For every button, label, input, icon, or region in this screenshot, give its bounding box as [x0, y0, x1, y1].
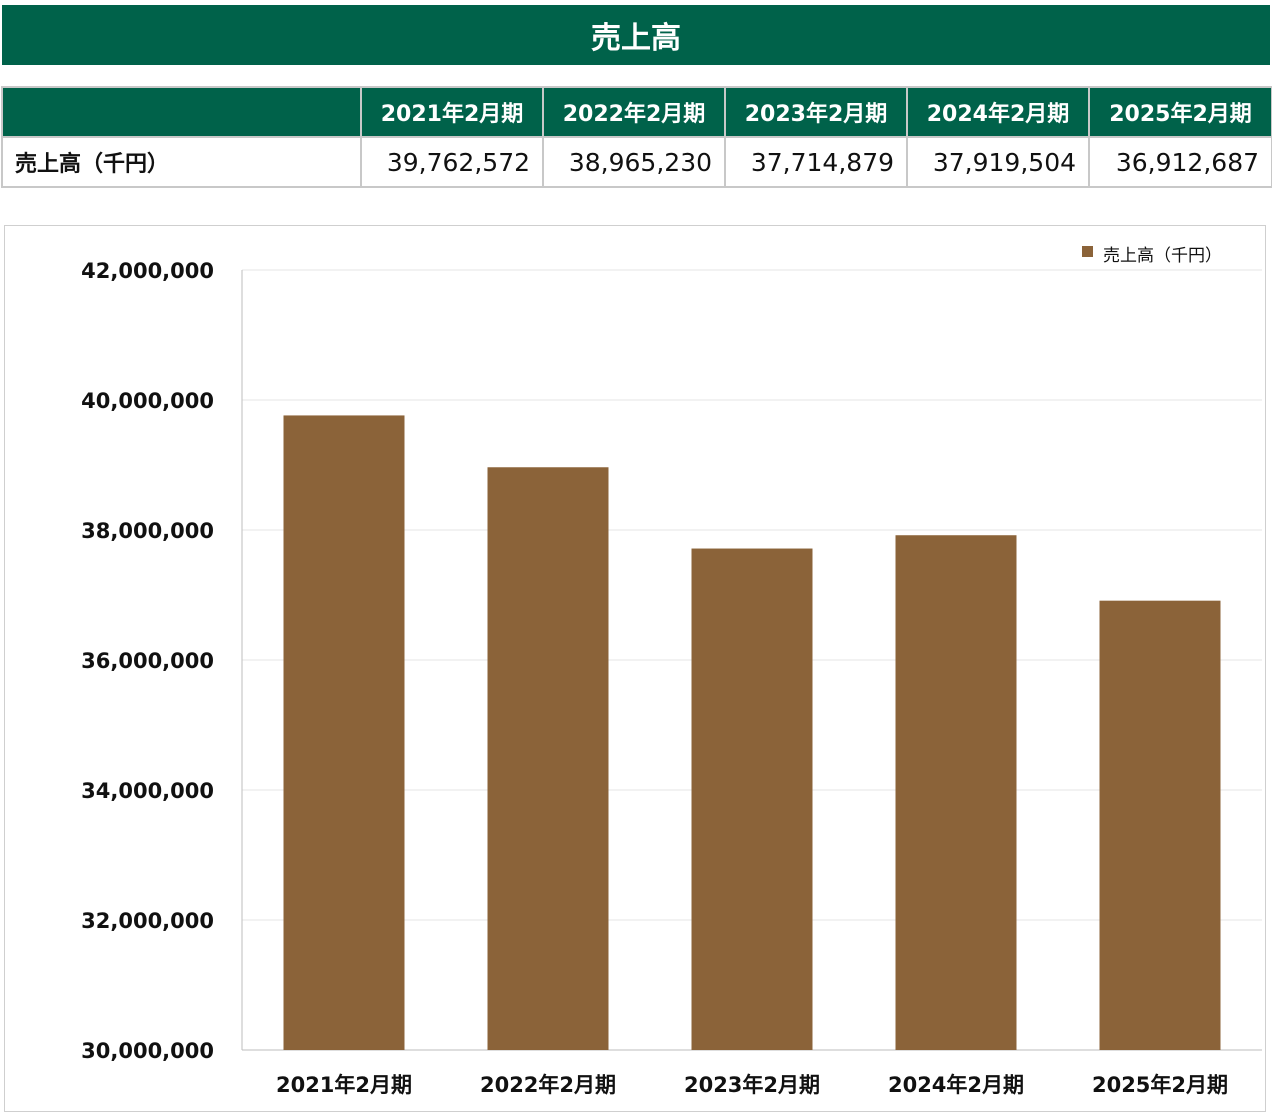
chart-frame: 30,000,000 32,000,000 34,000,000 36,000,000…: [4, 225, 1266, 1112]
bar: [1099, 600, 1221, 1050]
table-cell: 39,762,572: [360, 136, 544, 188]
y-tick-label: 38,000,000: [81, 519, 214, 543]
table-header-cell: 2023年2月期: [724, 86, 908, 138]
table-header-cell: [1, 86, 362, 138]
y-tick-label: 30,000,000: [81, 1039, 214, 1063]
bar: [895, 535, 1017, 1050]
y-tick-label: 40,000,000: [81, 389, 214, 413]
bar-chart: 30,000,000 32,000,000 34,000,000 36,000,000…: [81, 246, 1262, 1097]
y-tick-label: 42,000,000: [81, 259, 214, 283]
x-tick-label: 2022年2月期: [480, 1073, 616, 1097]
row-label: 売上高（千円）: [1, 136, 362, 188]
table-cell: 37,714,879: [724, 136, 908, 188]
y-tick-label: 32,000,000: [81, 909, 214, 933]
table-header-cell: 2024年2月期: [906, 86, 1090, 138]
table-cell: 37,919,504: [906, 136, 1090, 188]
bar: [487, 467, 609, 1050]
bar: [283, 415, 405, 1050]
legend-swatch: [1082, 246, 1093, 257]
table-header-row: 2021年2月期 2022年2月期 2023年2月期 2024年2月期 2025…: [1, 86, 1272, 138]
x-tick-label: 2025年2月期: [1092, 1073, 1228, 1097]
legend-label: 売上高（千円）: [1103, 246, 1222, 266]
table-cell: 36,912,687: [1088, 136, 1272, 188]
table-header-cell: 2021年2月期: [360, 86, 544, 138]
x-tick-label: 2024年2月期: [888, 1073, 1024, 1097]
table-row: 売上高（千円） 39,762,572 38,965,230 37,714,879…: [1, 136, 1272, 188]
y-tick-label: 36,000,000: [81, 649, 214, 673]
x-tick-label: 2021年2月期: [276, 1073, 412, 1097]
table-header-cell: 2022年2月期: [542, 86, 726, 138]
x-tick-label: 2023年2月期: [684, 1073, 820, 1097]
sales-table: 2021年2月期 2022年2月期 2023年2月期 2024年2月期 2025…: [1, 86, 1272, 188]
page-title: 売上高: [2, 5, 1270, 65]
bar: [691, 548, 813, 1050]
table-header-cell: 2025年2月期: [1088, 86, 1272, 138]
table-cell: 38,965,230: [542, 136, 726, 188]
y-tick-label: 34,000,000: [81, 779, 214, 803]
